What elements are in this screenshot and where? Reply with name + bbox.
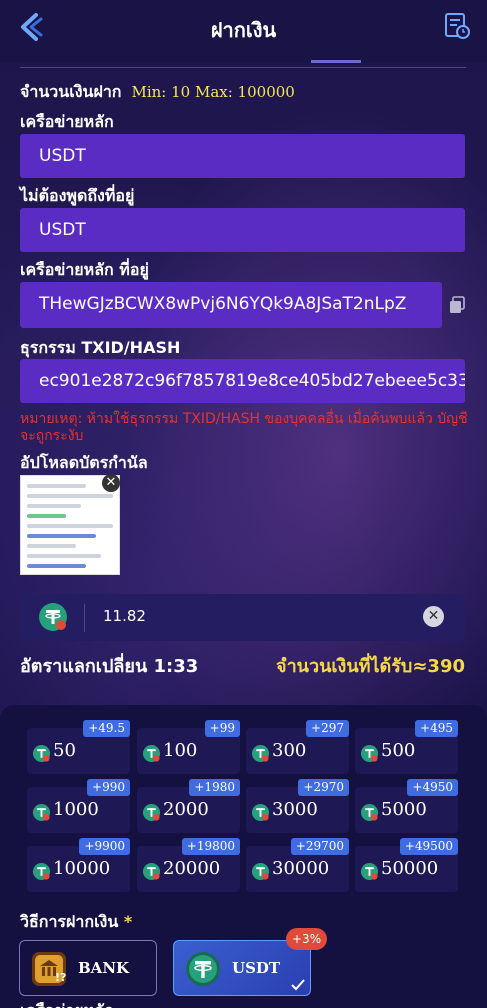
- preset-amount-button[interactable]: +297 300: [246, 720, 349, 774]
- preset-amount-button[interactable]: +1980 2000: [137, 779, 240, 833]
- preset-bonus: +49.5: [83, 720, 130, 737]
- no-address-label: ไม่ต้องพูดถึงที่อยู่: [20, 186, 135, 205]
- usdt-coin-icon: [39, 603, 67, 631]
- usdt-method-button[interactable]: USDT +3%: [173, 928, 328, 996]
- preset-bonus: +19800: [181, 838, 240, 855]
- next-section-label: เครือข่ายหลัก: [20, 999, 114, 1008]
- usdt-coin-icon: [251, 744, 270, 763]
- usdt-coin-icon: [32, 862, 51, 881]
- preset-value: 5000: [381, 799, 427, 820]
- selected-check-icon: [291, 979, 305, 991]
- usdt-coin-icon: [360, 803, 379, 822]
- preset-bonus: +99: [204, 720, 240, 737]
- usdt-coin-icon: [32, 744, 51, 763]
- network-field[interactable]: USDT: [20, 134, 465, 178]
- preset-value: 50: [53, 740, 76, 761]
- upload-label: อัปโหลดบัตรกำนัล: [20, 453, 148, 472]
- header-bar: ฝากเงิน: [0, 0, 487, 63]
- amount-value: 11.82: [103, 607, 146, 625]
- address-label: เครือข่ายหลัก ที่อยู่: [20, 260, 149, 279]
- copy-icon[interactable]: [448, 296, 466, 314]
- preset-value: 30000: [272, 858, 330, 879]
- preset-amount-button[interactable]: +19800 20000: [137, 838, 240, 892]
- payment-method-label-text: วิธีการฝากเงิน: [20, 912, 119, 931]
- preset-bonus: +990: [87, 779, 130, 796]
- usdt-coin-icon: [251, 803, 270, 822]
- preset-value: 300: [272, 740, 307, 761]
- usdt-coin-icon: [142, 744, 161, 763]
- preset-amount-button[interactable]: +9900 10000: [27, 838, 130, 892]
- amount-input-box[interactable]: 11.82 ✕: [20, 594, 465, 641]
- separator: [84, 604, 85, 632]
- preset-value: 500: [381, 740, 416, 761]
- deposit-amount-label: จำนวนเงินฝาก Min: 10 Max: 100000: [20, 80, 295, 105]
- network-label: เครือข่ายหลัก: [20, 112, 114, 131]
- wallet-address-field[interactable]: THewGJzBCWX8wPvj6N6YQk9A8JSaT2nLpZ: [20, 282, 442, 328]
- bonus-badge: +3%: [286, 928, 328, 950]
- tab-indicator: [311, 60, 361, 63]
- bank-method-button[interactable]: !? BANK: [19, 940, 157, 996]
- bank-label: BANK: [78, 959, 130, 977]
- payment-method-label: วิธีการฝากเงิน *: [20, 910, 132, 935]
- required-mark: *: [123, 912, 133, 931]
- preset-bonus: +4950: [407, 779, 458, 796]
- clear-icon[interactable]: ✕: [423, 606, 444, 627]
- preset-value: 10000: [53, 858, 111, 879]
- preset-bonus: +2970: [298, 779, 349, 796]
- preset-amount-button[interactable]: +49.5 50: [27, 720, 130, 774]
- usdt-coin-icon: [142, 862, 161, 881]
- preset-bonus: +297: [306, 720, 349, 737]
- preset-value: 2000: [163, 799, 209, 820]
- preset-value: 3000: [272, 799, 318, 820]
- preset-amount-button[interactable]: +4950 5000: [355, 779, 458, 833]
- preset-value: 50000: [381, 858, 439, 879]
- received-amount: จำนวนเงินที่ได้รับ≈390: [276, 656, 465, 677]
- remove-receipt-icon[interactable]: ✕: [102, 474, 120, 492]
- exchange-rate: อัตราแลกเปลี่ยน 1:33: [20, 656, 199, 677]
- txid-label: ธุรกรรม TXID/HASH: [20, 338, 181, 357]
- usdt-coin-icon: [360, 862, 379, 881]
- usdt-coin-icon: [32, 803, 51, 822]
- min-max-text: Min: 10 Max: 100000: [131, 83, 295, 101]
- preset-amount-button[interactable]: +495 500: [355, 720, 458, 774]
- txid-field[interactable]: ec901e2872c96f7857819e8ce405bd27ebeee5c3…: [20, 359, 465, 403]
- usdt-label: USDT: [232, 959, 281, 977]
- usdt-icon: [186, 952, 220, 986]
- preset-bonus: +49500: [399, 838, 458, 855]
- preset-value: 100: [163, 740, 198, 761]
- preset-bonus: +495: [415, 720, 458, 737]
- usdt-coin-icon: [251, 862, 270, 881]
- svg-text:!?: !?: [55, 971, 66, 984]
- history-icon[interactable]: [443, 12, 471, 40]
- preset-value: 1000: [53, 799, 99, 820]
- usdt-coin-icon: [360, 744, 379, 763]
- preset-amount-button[interactable]: +49500 50000: [355, 838, 458, 892]
- preset-amount-button[interactable]: +2970 3000: [246, 779, 349, 833]
- bank-icon: !?: [32, 952, 66, 986]
- preset-bonus: +1980: [189, 779, 240, 796]
- amount-label-text: จำนวนเงินฝาก: [20, 82, 122, 101]
- no-address-field[interactable]: USDT: [20, 208, 465, 252]
- warning-note: หมายเหตุ: ห้ามใช้ธุรกรรม TXID/HASH ของบุ…: [20, 411, 468, 444]
- preset-value: 20000: [163, 858, 221, 879]
- preset-bonus: +9900: [79, 838, 130, 855]
- page-title: ฝากเงิน: [210, 18, 277, 42]
- preset-bonus: +29700: [290, 838, 349, 855]
- usdt-coin-icon: [142, 803, 161, 822]
- preset-amount-button[interactable]: +990 1000: [27, 779, 130, 833]
- preset-amount-button[interactable]: +29700 30000: [246, 838, 349, 892]
- preset-amount-button[interactable]: +99 100: [137, 720, 240, 774]
- divider: [20, 67, 466, 68]
